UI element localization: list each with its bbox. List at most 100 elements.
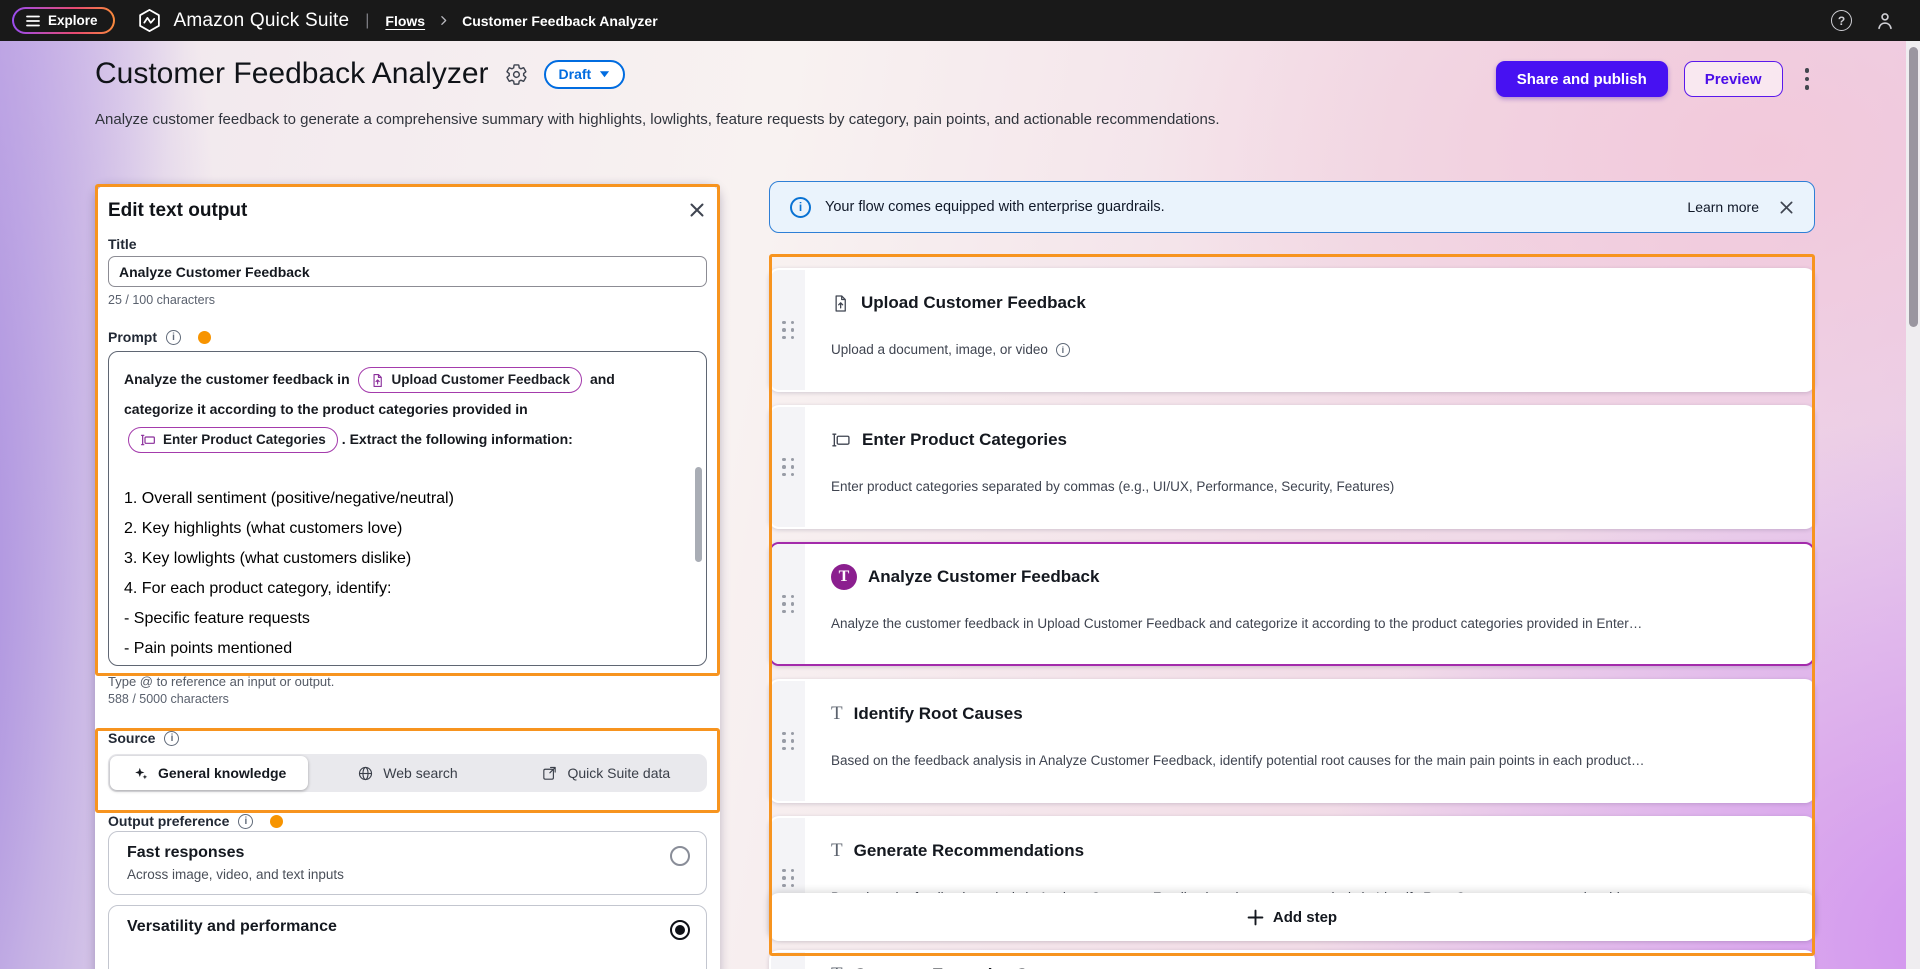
drag-dots-icon — [782, 321, 794, 340]
drag-handle[interactable] — [771, 952, 805, 969]
prompt-field-label: Prompt — [108, 329, 157, 345]
breadcrumb-chevron-icon — [437, 14, 450, 27]
step-title: Upload Customer Feedback — [861, 293, 1086, 313]
text-input-icon — [831, 430, 851, 450]
pill-label: Upload Customer Feedback — [392, 365, 571, 395]
prompt-scrollbar[interactable] — [695, 467, 702, 562]
drag-dots-icon — [782, 458, 794, 477]
prompt-info-icon[interactable]: i — [166, 330, 181, 345]
step-title: Enter Product Categories — [862, 430, 1067, 450]
help-icon[interactable]: ? — [1831, 10, 1852, 31]
title-character-counter: 25 / 100 characters — [108, 293, 707, 307]
step-subtitle: Based on the feedback analysis in Analyz… — [831, 753, 1644, 768]
info-icon: i — [790, 197, 811, 218]
radio-button[interactable] — [670, 846, 690, 866]
close-icon[interactable] — [687, 200, 707, 220]
text-step-icon: T — [831, 841, 843, 861]
prompt-hint: Type @ to reference an input or output. — [108, 674, 707, 689]
output-preference-label: Output preference — [108, 813, 229, 829]
learn-more-link[interactable]: Learn more — [1687, 199, 1759, 215]
globe-icon — [357, 765, 374, 782]
prompt-list-line: 1. Overall sentiment (positive/negative/… — [124, 484, 682, 514]
breadcrumb-current: Customer Feedback Analyzer — [462, 13, 658, 29]
prompt-list-line: - Specific feature requests — [124, 604, 682, 634]
source-tab-label: Quick Suite data — [567, 765, 670, 781]
text-input-icon — [140, 432, 156, 448]
step-title: Analyze Customer Feedback — [868, 567, 1099, 587]
drag-handle[interactable] — [771, 407, 805, 527]
title-field-label: Title — [108, 236, 707, 252]
source-tab-label: Web search — [383, 765, 457, 781]
output-options: Fast responses Across image, video, and … — [108, 831, 707, 969]
drag-handle[interactable] — [771, 681, 805, 801]
source-segmented-control: General knowledge Web search — [108, 754, 707, 792]
radio-button[interactable] — [670, 920, 690, 940]
prompt-list-line: - Pain points mentioned — [124, 634, 682, 664]
vertical-scrollbar[interactable] — [1906, 41, 1920, 969]
plus-icon — [1247, 909, 1264, 926]
upload-file-icon — [831, 294, 850, 313]
output-option-card[interactable]: Versatility and performance — [108, 905, 707, 969]
title-input[interactable] — [108, 256, 707, 287]
caret-down-icon — [599, 70, 610, 78]
topbar-divider: | — [365, 12, 369, 30]
add-step-button[interactable]: Add step — [769, 893, 1815, 941]
flow-step-card-4[interactable]: T T Identify Root Causes Based on the fe… — [769, 679, 1815, 803]
draft-label: Draft — [559, 66, 592, 82]
source-label: Source — [108, 730, 155, 746]
text-step-badge-icon: T — [831, 564, 857, 590]
more-options-kebab-icon[interactable] — [1799, 64, 1816, 94]
flow-step-card-2[interactable]: T T Enter Product Categories Enter produ… — [769, 405, 1815, 529]
nav-flows-link[interactable]: Flows — [385, 13, 425, 29]
step-info-icon[interactable]: i — [1056, 343, 1070, 357]
banner-close-icon[interactable] — [1779, 200, 1794, 215]
drag-handle[interactable] — [771, 270, 805, 390]
scrollbar-thumb[interactable] — [1909, 47, 1918, 327]
source-tab-globe[interactable]: Web search — [308, 756, 506, 790]
flow-step-card-1[interactable]: T T Upload Customer Feedback Upload a do… — [769, 268, 1815, 392]
explore-button[interactable]: Explore — [12, 7, 115, 34]
panel-title: Edit text output — [108, 200, 247, 222]
text-step-icon: T — [831, 704, 843, 724]
option-title: Versatility and performance — [127, 918, 688, 936]
reference-pill-upload[interactable]: Upload Customer Feedback — [358, 367, 583, 393]
prompt-list-line: 4. For each product category, identify: — [124, 574, 682, 604]
prompt-text-segment: . Extract the following information: — [342, 431, 573, 447]
pill-label: Enter Product Categories — [163, 425, 326, 455]
banner-text: Your flow comes equipped with enterprise… — [825, 199, 1165, 215]
step-subtitle: Upload a document, image, or video — [831, 342, 1048, 357]
prompt-editor[interactable]: Analyze the customer feedback in Upload … — [108, 351, 707, 666]
prompt-list: 1. Overall sentiment (positive/negative/… — [124, 484, 682, 664]
output-preference-info-icon[interactable]: i — [238, 814, 253, 829]
step-title: Generate Executive Summary — [854, 965, 1094, 969]
step-subtitle: Enter product categories separated by co… — [831, 479, 1394, 494]
prompt-text-segment: Analyze the customer feedback in — [124, 371, 350, 387]
prompt-list-line: 2. Key highlights (what customers love) — [124, 514, 682, 544]
drag-dots-icon — [782, 732, 794, 751]
preview-button[interactable]: Preview — [1684, 61, 1783, 97]
settings-gear-icon[interactable] — [505, 63, 528, 86]
quick-suite-logo-icon — [137, 8, 162, 33]
reference-pill-categories[interactable]: Enter Product Categories — [128, 427, 338, 453]
share-and-publish-button[interactable]: Share and publish — [1496, 61, 1668, 97]
drag-handle[interactable] — [771, 544, 805, 664]
output-option-card[interactable]: Fast responses Across image, video, and … — [108, 831, 707, 895]
source-tab-sparkle[interactable]: General knowledge — [110, 756, 308, 790]
hamburger-icon — [26, 15, 40, 27]
option-subtitle: Across image, video, and text inputs — [127, 867, 688, 882]
edit-text-output-panel: Edit text output Title 25 / 100 characte… — [95, 184, 720, 969]
source-tab-label: General knowledge — [158, 765, 286, 781]
guardrails-info-banner: i Your flow comes equipped with enterpri… — [769, 181, 1815, 233]
status-badge-draft[interactable]: Draft — [544, 60, 626, 89]
flow-step-card-6[interactable]: T T Generate Executive Summary — [769, 950, 1815, 969]
drag-dots-icon — [782, 869, 794, 888]
source-info-icon[interactable]: i — [164, 731, 179, 746]
prompt-list-line: 3. Key lowlights (what customers dislike… — [124, 544, 682, 574]
source-tab-data[interactable]: Quick Suite data — [507, 756, 705, 790]
brand-title: Amazon Quick Suite — [174, 10, 350, 32]
flow-step-card-3[interactable]: T T Analyze Customer Feedback Analyze th… — [769, 542, 1815, 666]
user-icon[interactable] — [1874, 10, 1896, 32]
top-navigation-bar: Explore Amazon Quick Suite | Flows Custo… — [0, 0, 1920, 41]
step-title: Identify Root Causes — [854, 704, 1023, 724]
annotation-dot-output — [270, 815, 283, 828]
